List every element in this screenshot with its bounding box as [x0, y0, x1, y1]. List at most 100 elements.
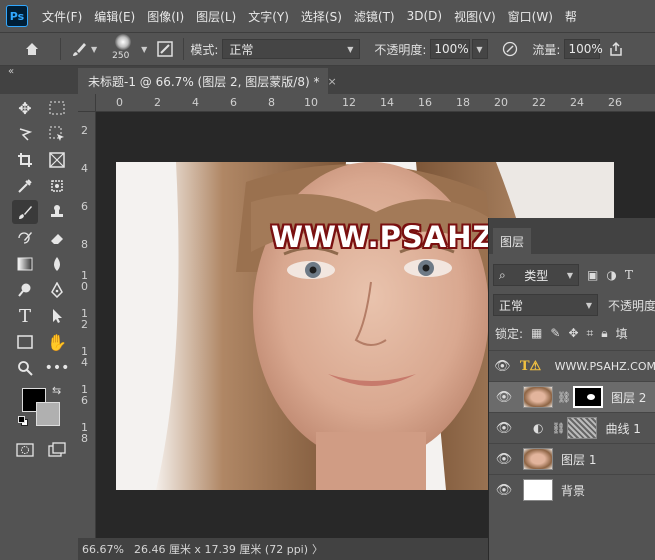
visibility-eye-icon[interactable]: 👁︎	[489, 452, 519, 467]
vertical-ruler[interactable]: 2 4 6 8 1 0 1 2 1 4 1 6 1 8	[78, 112, 96, 538]
opacity-dropdown[interactable]: ▼	[472, 39, 489, 59]
quick-mask-icon[interactable]	[12, 438, 38, 462]
layer-name[interactable]: 图层 1	[561, 451, 596, 468]
zoom-tool-icon[interactable]	[12, 356, 38, 380]
visibility-eye-icon[interactable]: 👁︎	[489, 421, 519, 436]
filter-adjustment-icon[interactable]: ◑	[606, 268, 616, 282]
crop-tool-icon[interactable]	[12, 148, 38, 172]
menu-view[interactable]: 视图(V)	[454, 8, 496, 25]
layer-row[interactable]: 👁︎ 背景	[489, 474, 655, 505]
menu-image[interactable]: 图像(I)	[147, 8, 184, 25]
document-tab[interactable]: 未标题-1 @ 66.7% (图层 2, 图层蒙版/8) * ×	[78, 68, 337, 94]
menu-layer[interactable]: 图层(L)	[196, 8, 236, 25]
history-brush-tool-icon[interactable]	[12, 226, 38, 250]
path-selection-tool-icon[interactable]	[44, 304, 70, 328]
visibility-eye-icon[interactable]: 👁︎	[489, 359, 516, 374]
lock-position-icon[interactable]: ✥	[568, 326, 578, 340]
filter-type-icon[interactable]: T	[625, 268, 633, 282]
tab-layers[interactable]: 图层	[493, 228, 531, 254]
layer-row[interactable]: 👁︎ T⚠︎ WWW.PSAHZ.COM	[489, 350, 655, 381]
layer-mask-thumbnail[interactable]	[567, 417, 598, 439]
frame-tool-icon[interactable]	[44, 148, 70, 172]
swap-colors-icon[interactable]: ⇆	[52, 384, 61, 397]
layer-name[interactable]: WWW.PSAHZ.COM	[555, 360, 655, 373]
menu-type[interactable]: 文字(Y)	[248, 8, 289, 25]
layer-name[interactable]: 图层 2	[611, 389, 646, 406]
layer-filter-select[interactable]: ⌕ 类型 ▼	[493, 264, 579, 286]
visibility-eye-icon[interactable]: 👁︎	[489, 483, 519, 498]
status-arrow-icon[interactable]: 〉	[312, 541, 323, 557]
filter-pixel-icon[interactable]: ▣	[587, 268, 598, 282]
chevron-down-icon: ▼	[566, 270, 573, 280]
separator	[183, 38, 185, 60]
pressure-opacity-icon[interactable]	[498, 37, 522, 61]
layer-name[interactable]: 曲线 1	[605, 420, 640, 437]
brush-settings-icon[interactable]	[153, 37, 177, 61]
menu-edit[interactable]: 编辑(E)	[94, 8, 135, 25]
dodge-tool-icon[interactable]	[12, 278, 38, 302]
layer-row[interactable]: 👁︎ ◐ ⛓︎ 曲线 1	[489, 412, 655, 443]
type-tool-icon[interactable]: T	[12, 304, 38, 328]
ruler-tick-label: 24	[570, 96, 584, 109]
lock-image-icon[interactable]: ✎	[550, 326, 560, 340]
brush-preset-icon[interactable]	[67, 37, 91, 61]
rectangle-tool-icon[interactable]	[12, 330, 38, 354]
share-icon[interactable]	[604, 37, 628, 61]
eyedropper-tool-icon[interactable]	[12, 174, 38, 198]
horizontal-ruler[interactable]: 0 2 4 6 8 10 12 14 16 18 20 22 24 26	[96, 94, 655, 112]
flow-input[interactable]: 100%	[564, 39, 603, 59]
layer-mask-thumbnail[interactable]	[572, 386, 603, 408]
menu-help[interactable]: 帮	[565, 8, 577, 25]
eraser-tool-icon[interactable]	[44, 226, 70, 250]
brush-size-value: 250	[112, 51, 130, 61]
link-icon[interactable]: ⛓︎	[551, 422, 565, 435]
screen-mode-icon[interactable]	[44, 438, 70, 462]
layer-row[interactable]: 👁︎ 图层 1	[489, 443, 655, 474]
marquee-tool-icon[interactable]	[44, 96, 70, 120]
opacity-input[interactable]: 100%	[430, 39, 471, 59]
chevron-down-icon[interactable]: ▼	[141, 45, 147, 54]
link-icon[interactable]: ⛓︎	[557, 391, 571, 404]
brush-size-preview[interactable]: 250	[107, 34, 141, 64]
home-icon[interactable]	[20, 37, 44, 61]
stamp-tool-icon[interactable]	[44, 200, 70, 224]
lock-artboard-icon[interactable]: ⌗	[587, 326, 594, 341]
visibility-eye-icon[interactable]: 👁︎	[489, 390, 519, 405]
blur-tool-icon[interactable]	[44, 252, 70, 276]
lock-all-icon[interactable]: 🔒︎	[601, 326, 607, 341]
collapse-panels-icon[interactable]: «	[8, 66, 14, 77]
layers-tabbar: 图层	[489, 218, 655, 254]
pen-tool-icon[interactable]	[44, 278, 70, 302]
move-tool-icon[interactable]: ✥	[12, 96, 38, 120]
menu-bar: Ps 文件(F) 编辑(E) 图像(I) 图层(L) 文字(Y) 选择(S) 滤…	[0, 0, 655, 32]
zoom-level[interactable]: 66.67%	[82, 543, 124, 556]
lasso-tool-icon[interactable]	[12, 122, 38, 146]
layer-row[interactable]: 👁︎ ⛓︎ 图层 2	[489, 381, 655, 412]
brush-tool-icon[interactable]	[12, 200, 38, 224]
gradient-tool-icon[interactable]	[12, 252, 38, 276]
layer-name[interactable]: 背景	[561, 482, 585, 499]
more-tools-icon[interactable]: •••	[44, 356, 70, 380]
ruler-tick-label: 4	[81, 162, 88, 175]
menu-window[interactable]: 窗口(W)	[508, 8, 553, 25]
menu-3d[interactable]: 3D(D)	[407, 9, 442, 23]
menu-filter[interactable]: 滤镜(T)	[354, 8, 395, 25]
chevron-down-icon[interactable]: ▼	[91, 45, 97, 54]
menu-file[interactable]: 文件(F)	[42, 8, 82, 25]
fill-label: 填	[615, 326, 628, 341]
ruler-corner	[78, 94, 96, 112]
lock-transparent-icon[interactable]: ▦	[531, 326, 542, 340]
default-colors-icon[interactable]	[18, 416, 28, 426]
ruler-tick-label: 26	[608, 96, 622, 109]
document-info: 26.46 厘米 x 17.39 厘米 (72 ppi)	[133, 543, 309, 556]
background-color-swatch[interactable]	[36, 402, 60, 426]
ruler-tick-label: 20	[494, 96, 508, 109]
spot-healing-tool-icon[interactable]	[44, 174, 70, 198]
curves-adjustment-icon: ◐	[533, 421, 544, 435]
object-select-tool-icon[interactable]	[44, 122, 70, 146]
mode-select[interactable]: 正常 ▼	[222, 39, 361, 59]
close-icon[interactable]: ×	[327, 75, 336, 88]
hand-tool-icon[interactable]: ✋	[44, 330, 70, 354]
blend-mode-select[interactable]: 正常 ▼	[493, 294, 598, 316]
menu-select[interactable]: 选择(S)	[301, 8, 342, 25]
